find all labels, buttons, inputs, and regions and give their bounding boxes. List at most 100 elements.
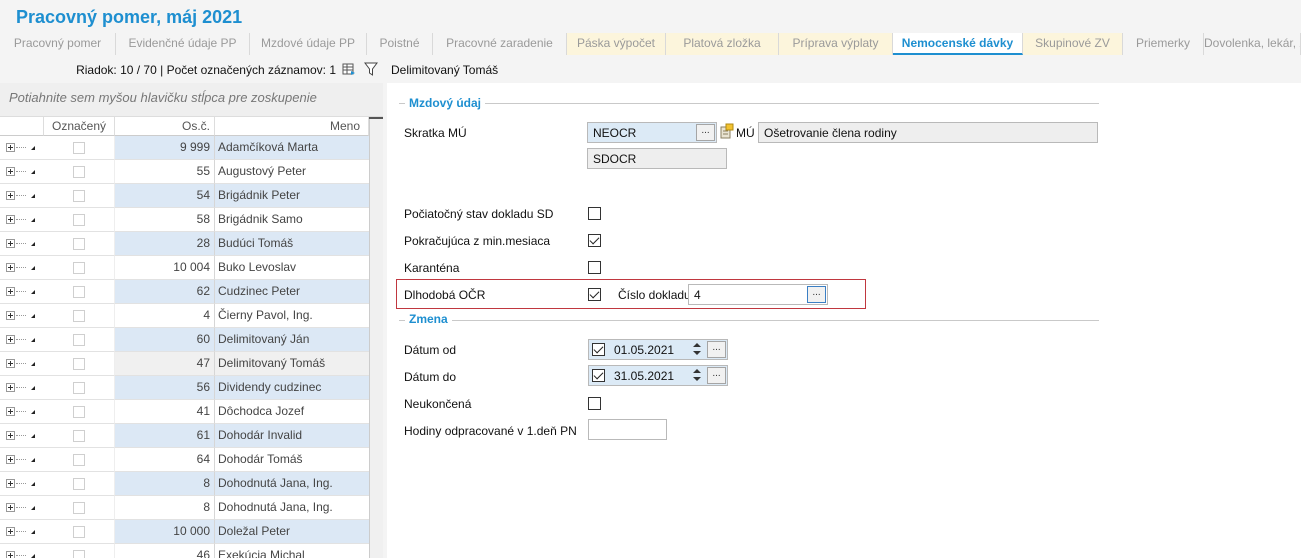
expand-plus-icon[interactable] <box>6 455 15 464</box>
expand-plus-icon[interactable] <box>6 311 15 320</box>
row-checkbox[interactable] <box>73 454 85 466</box>
header-number[interactable]: Os.č. <box>115 117 215 136</box>
row-checkbox[interactable] <box>73 142 85 154</box>
expand-plus-icon[interactable] <box>6 359 15 368</box>
table-row[interactable]: 10 000 Doležal Peter <box>0 520 369 544</box>
row-checked-cell[interactable] <box>44 304 115 328</box>
row-checkbox[interactable] <box>73 478 85 490</box>
row-expander[interactable] <box>0 424 44 448</box>
row-checked-cell[interactable] <box>44 448 115 472</box>
row-expander[interactable] <box>0 304 44 328</box>
pokracujuca-checkbox[interactable] <box>588 234 601 247</box>
row-expander[interactable] <box>0 232 44 256</box>
datum-od-checkbox[interactable] <box>592 343 605 356</box>
tab-nemocenské-dávky[interactable]: Nemocenské dávky <box>893 33 1023 55</box>
table-row[interactable]: 54 Brigádnik Peter <box>0 184 369 208</box>
row-expander[interactable] <box>0 472 44 496</box>
group-by-hint[interactable]: Potiahnite sem myšou hlavičku stĺpca pre… <box>0 83 383 117</box>
expand-plus-icon[interactable] <box>6 407 15 416</box>
expand-plus-icon[interactable] <box>6 479 15 488</box>
table-row[interactable]: 64 Dohodár Tomáš <box>0 448 369 472</box>
row-expander[interactable] <box>0 160 44 184</box>
row-checkbox[interactable] <box>73 406 85 418</box>
expand-plus-icon[interactable] <box>6 503 15 512</box>
row-checked-cell[interactable] <box>44 376 115 400</box>
karantena-checkbox[interactable] <box>588 261 601 274</box>
row-checkbox[interactable] <box>73 526 85 538</box>
tab-mzdové-údaje-pp[interactable]: Mzdové údaje PP <box>250 33 367 55</box>
row-checkbox[interactable] <box>73 310 85 322</box>
row-checkbox[interactable] <box>73 502 85 514</box>
cislo-dokladu-browse-button[interactable]: ... <box>807 286 826 303</box>
row-expander[interactable] <box>0 520 44 544</box>
row-checkbox[interactable] <box>73 238 85 250</box>
mu-info-icon[interactable] <box>720 123 734 139</box>
table-row[interactable]: 58 Brigádnik Samo <box>0 208 369 232</box>
row-expander[interactable] <box>0 280 44 304</box>
table-row[interactable]: 4 Čierny Pavol, Ing. <box>0 304 369 328</box>
pociatocny-checkbox[interactable] <box>588 207 601 220</box>
table-row[interactable]: 62 Cudzinec Peter <box>0 280 369 304</box>
datum-do-spinner[interactable] <box>690 367 704 384</box>
skratka-browse-button[interactable]: ... <box>696 124 715 141</box>
table-row[interactable]: 41 Dôchodca Jozef <box>0 400 369 424</box>
row-expander[interactable] <box>0 352 44 376</box>
row-checkbox[interactable] <box>73 382 85 394</box>
row-checkbox[interactable] <box>73 166 85 178</box>
row-checkbox[interactable] <box>73 262 85 274</box>
table-row[interactable]: 56 Dividendy cudzinec <box>0 376 369 400</box>
expand-plus-icon[interactable] <box>6 527 15 536</box>
neukoncena-checkbox[interactable] <box>588 397 601 410</box>
table-row[interactable]: 8 Dohodnutá Jana, Ing. <box>0 496 369 520</box>
table-row[interactable]: 46 Exekúcia Michal <box>0 544 369 558</box>
export-grid-icon[interactable] <box>342 62 356 76</box>
table-row[interactable]: 28 Budúci Tomáš <box>0 232 369 256</box>
datum-do-checkbox[interactable] <box>592 369 605 382</box>
expand-plus-icon[interactable] <box>6 431 15 440</box>
tab-evidenčné-údaje-pp[interactable]: Evidenčné údaje PP <box>116 33 250 55</box>
filter-icon[interactable] <box>364 62 378 76</box>
row-checked-cell[interactable] <box>44 400 115 424</box>
row-checked-cell[interactable] <box>44 160 115 184</box>
header-checked[interactable]: Označený <box>44 117 115 136</box>
expand-plus-icon[interactable] <box>6 143 15 152</box>
row-checkbox[interactable] <box>73 358 85 370</box>
row-checkbox[interactable] <box>73 286 85 298</box>
tab-pracovné-zaradenie[interactable]: Pracovné zaradenie <box>433 33 567 55</box>
tab-skupinové-zv[interactable]: Skupinové ZV <box>1023 33 1123 55</box>
row-checkbox[interactable] <box>73 190 85 202</box>
row-checked-cell[interactable] <box>44 472 115 496</box>
expand-plus-icon[interactable] <box>6 335 15 344</box>
panel-splitter[interactable] <box>369 117 383 558</box>
row-checked-cell[interactable] <box>44 232 115 256</box>
row-checkbox[interactable] <box>73 334 85 346</box>
table-row[interactable]: 47 Delimitovaný Tomáš <box>0 352 369 376</box>
row-expander[interactable] <box>0 328 44 352</box>
row-checked-cell[interactable] <box>44 136 115 160</box>
datum-od-spinner[interactable] <box>690 341 704 358</box>
tab-príprava-výplaty[interactable]: Príprava výplaty <box>779 33 893 55</box>
row-expander[interactable] <box>0 544 44 558</box>
row-expander[interactable] <box>0 136 44 160</box>
row-checked-cell[interactable] <box>44 328 115 352</box>
table-row[interactable]: 10 004 Buko Levoslav <box>0 256 369 280</box>
expand-plus-icon[interactable] <box>6 263 15 272</box>
table-row[interactable]: 60 Delimitovaný Ján <box>0 328 369 352</box>
table-row[interactable]: 8 Dohodnutá Jana, Ing. <box>0 472 369 496</box>
row-checkbox[interactable] <box>73 214 85 226</box>
row-expander[interactable] <box>0 448 44 472</box>
row-checked-cell[interactable] <box>44 496 115 520</box>
row-expander[interactable] <box>0 496 44 520</box>
row-checked-cell[interactable] <box>44 352 115 376</box>
row-checkbox[interactable] <box>73 550 85 558</box>
row-checked-cell[interactable] <box>44 256 115 280</box>
expand-plus-icon[interactable] <box>6 383 15 392</box>
table-row[interactable]: 55 Augustový Peter <box>0 160 369 184</box>
row-checked-cell[interactable] <box>44 184 115 208</box>
row-expander[interactable] <box>0 184 44 208</box>
row-checked-cell[interactable] <box>44 520 115 544</box>
row-expander[interactable] <box>0 376 44 400</box>
expand-plus-icon[interactable] <box>6 215 15 224</box>
tab-dovolenka-lekár-z[interactable]: Dovolenka, lekár, z <box>1204 33 1301 55</box>
hodiny-field[interactable] <box>588 419 667 440</box>
